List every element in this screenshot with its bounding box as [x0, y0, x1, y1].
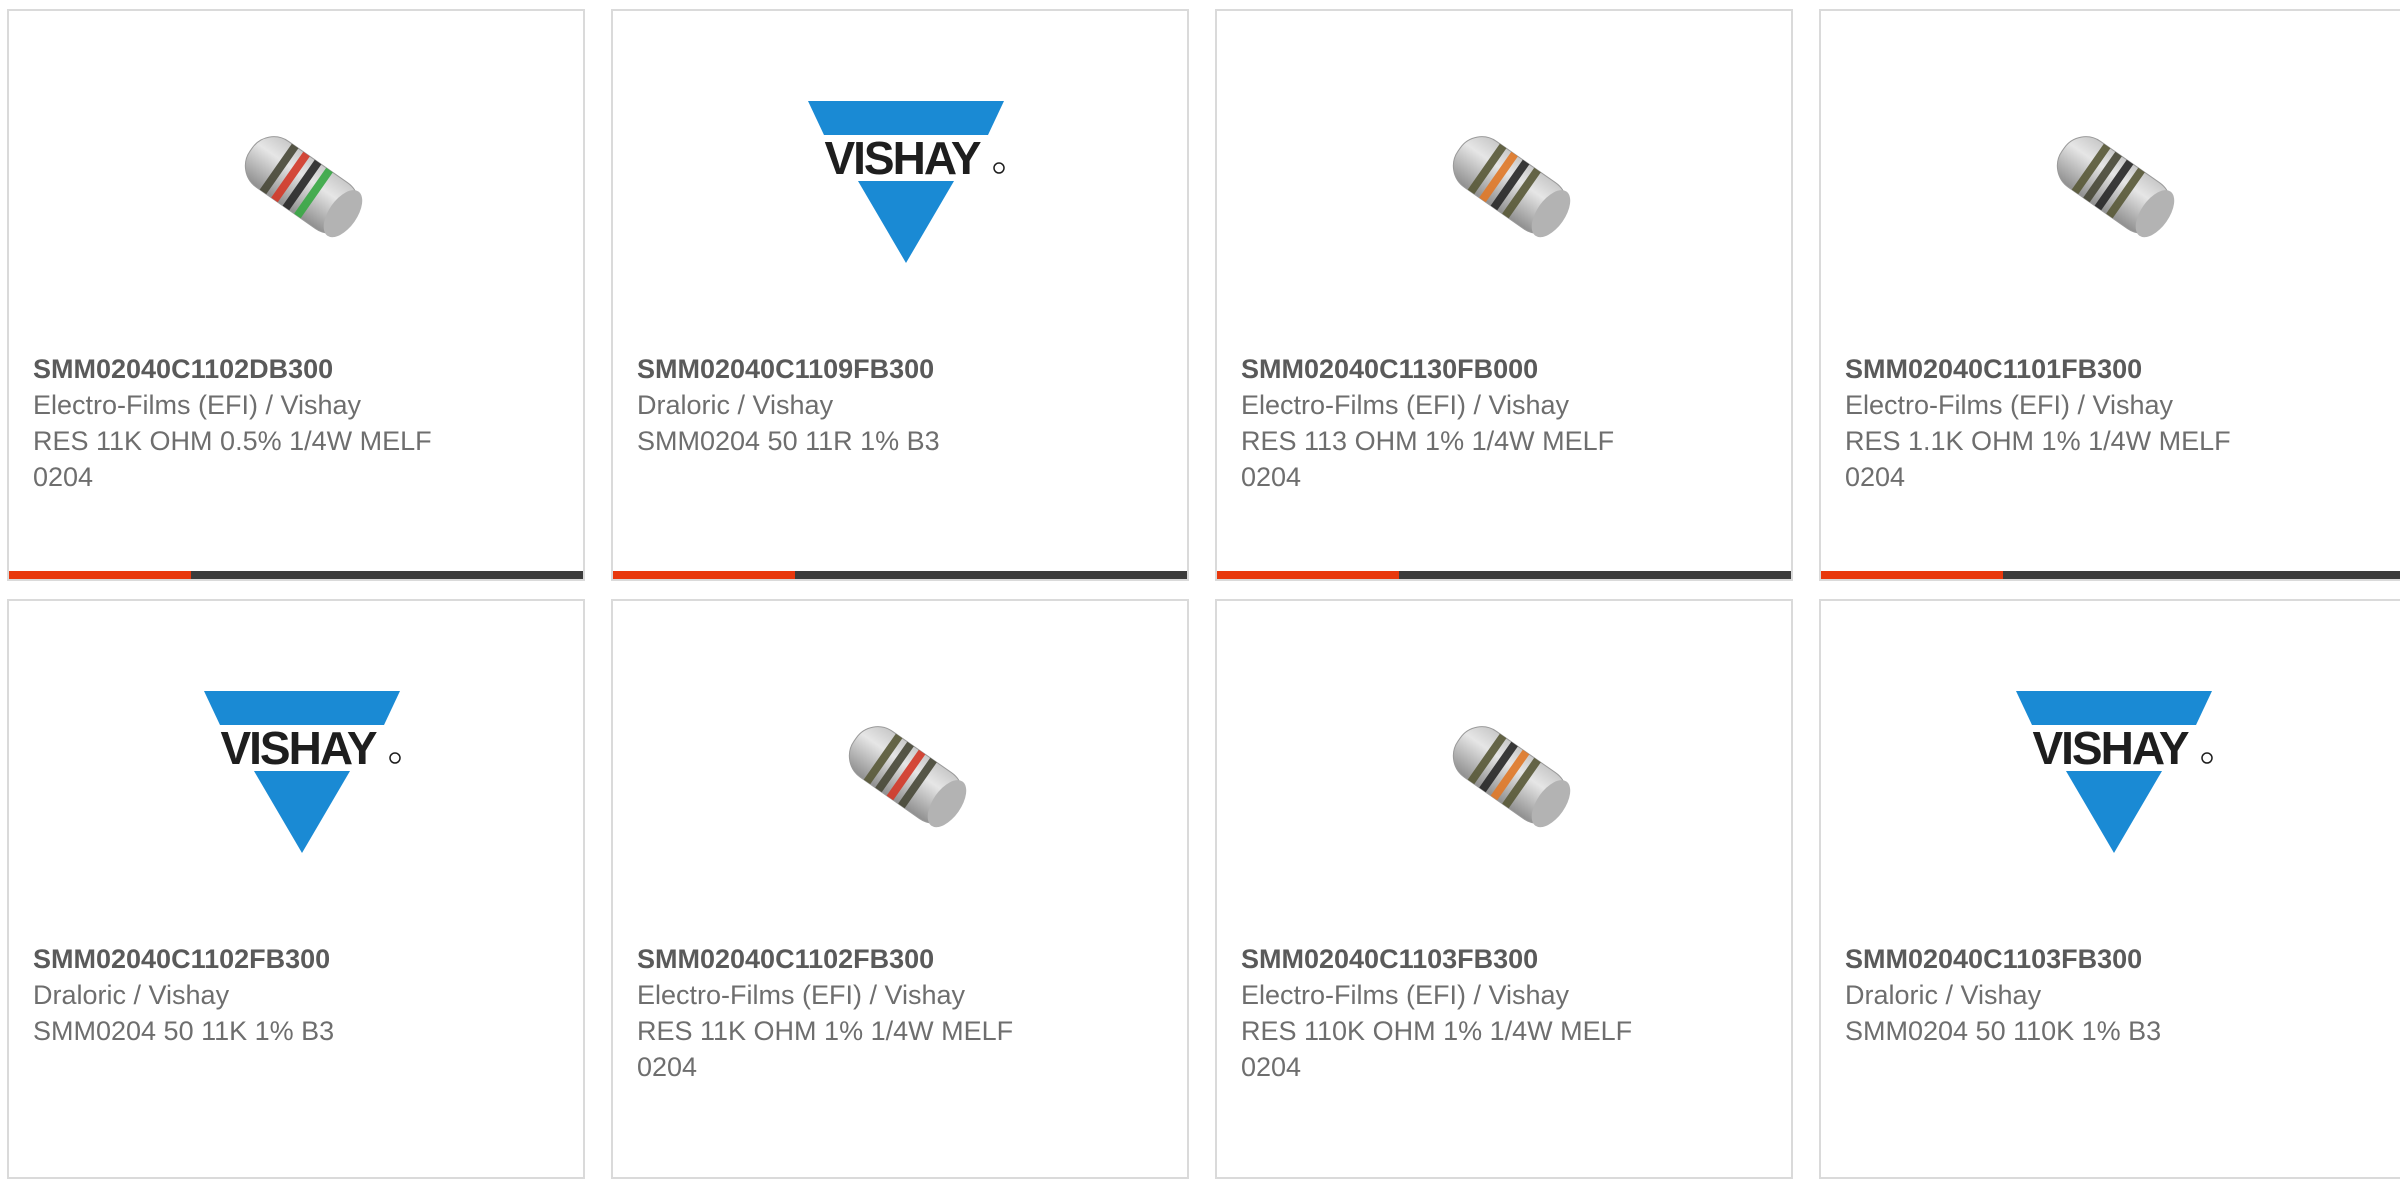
- description: RES 1.1K OHM 1% 1/4W MELF 0204: [1845, 426, 2231, 492]
- part-number[interactable]: SMM02040C1101FB300: [1845, 351, 2365, 387]
- product-image[interactable]: [2014, 85, 2214, 285]
- product-card[interactable]: SMM02040C1102FB300 Electro-Films (EFI) /…: [611, 599, 1189, 1179]
- manufacturer: Draloric / Vishay: [33, 980, 230, 1010]
- product-image[interactable]: VISHAY: [2014, 675, 2214, 875]
- svg-text:VISHAY: VISHAY: [220, 722, 376, 774]
- resistor-icon: [848, 726, 967, 828]
- product-image[interactable]: [202, 85, 402, 285]
- part-number[interactable]: SMM02040C1130FB000: [1241, 351, 1761, 387]
- card-bottom-bar: [613, 571, 1187, 579]
- card-accent-bar: [9, 571, 191, 579]
- product-meta: SMM02040C1102FB300 Electro-Films (EFI) /…: [637, 941, 1157, 1085]
- manufacturer: Electro-Films (EFI) / Vishay: [33, 390, 362, 420]
- product-card[interactable]: SMM02040C1130FB000 Electro-Films (EFI) /…: [1215, 9, 1793, 581]
- description: SMM0204 50 11R 1% B3: [637, 426, 940, 456]
- vishay-logo-icon: VISHAY: [2016, 691, 2213, 853]
- manufacturer: Electro-Films (EFI) / Vishay: [1241, 390, 1570, 420]
- part-number[interactable]: SMM02040C1102FB300: [33, 941, 553, 977]
- manufacturer: Electro-Films (EFI) / Vishay: [637, 980, 966, 1010]
- description: RES 11K OHM 0.5% 1/4W MELF 0204: [33, 426, 432, 492]
- part-number[interactable]: SMM02040C1109FB300: [637, 351, 1157, 387]
- card-bottom-bar: [1217, 571, 1791, 579]
- part-number[interactable]: SMM02040C1102DB300: [33, 351, 553, 387]
- svg-text:VISHAY: VISHAY: [2032, 722, 2188, 774]
- vishay-logo-icon: VISHAY: [808, 101, 1005, 263]
- resistor-icon: [2056, 136, 2175, 238]
- product-grid: SMM02040C1102DB300 Electro-Films (EFI) /…: [0, 0, 2400, 1179]
- product-card[interactable]: VISHAY SMM02040C1103FB300 Draloric / Vis…: [1819, 599, 2400, 1179]
- product-meta: SMM02040C1103FB300 Electro-Films (EFI) /…: [1241, 941, 1761, 1085]
- description: RES 11K OHM 1% 1/4W MELF 0204: [637, 1016, 1014, 1082]
- manufacturer: Draloric / Vishay: [1845, 980, 2042, 1010]
- vishay-logo-icon: VISHAY: [204, 691, 401, 853]
- part-number[interactable]: SMM02040C1103FB300: [1845, 941, 2365, 977]
- card-accent-bar: [1217, 571, 1399, 579]
- product-card[interactable]: SMM02040C1102DB300 Electro-Films (EFI) /…: [7, 9, 585, 581]
- product-meta: SMM02040C1109FB300 Draloric / Vishay SMM…: [637, 351, 1157, 459]
- product-image[interactable]: [1410, 675, 1610, 875]
- resistor-icon: [1452, 136, 1571, 238]
- product-card[interactable]: VISHAY SMM02040C1109FB300 Draloric / Vis…: [611, 9, 1189, 581]
- product-meta: SMM02040C1103FB300 Draloric / Vishay SMM…: [1845, 941, 2365, 1049]
- card-accent-bar: [613, 571, 795, 579]
- description: RES 113 OHM 1% 1/4W MELF 0204: [1241, 426, 1615, 492]
- product-meta: SMM02040C1102FB300 Draloric / Vishay SMM…: [33, 941, 553, 1049]
- card-accent-bar: [1821, 571, 2003, 579]
- product-image[interactable]: VISHAY: [202, 675, 402, 875]
- manufacturer: Electro-Films (EFI) / Vishay: [1845, 390, 2174, 420]
- product-meta: SMM02040C1102DB300 Electro-Films (EFI) /…: [33, 351, 553, 495]
- part-number[interactable]: SMM02040C1103FB300: [1241, 941, 1761, 977]
- product-image[interactable]: VISHAY: [806, 85, 1006, 285]
- product-meta: SMM02040C1101FB300 Electro-Films (EFI) /…: [1845, 351, 2365, 495]
- manufacturer: Electro-Films (EFI) / Vishay: [1241, 980, 1570, 1010]
- product-card[interactable]: VISHAY SMM02040C1102FB300 Draloric / Vis…: [7, 599, 585, 1179]
- resistor-icon: [1452, 726, 1571, 828]
- product-image[interactable]: [1410, 85, 1610, 285]
- product-meta: SMM02040C1130FB000 Electro-Films (EFI) /…: [1241, 351, 1761, 495]
- description: RES 110K OHM 1% 1/4W MELF 0204: [1241, 1016, 1633, 1082]
- card-bottom-bar: [9, 571, 583, 579]
- description: SMM0204 50 11K 1% B3: [33, 1016, 335, 1046]
- svg-text:VISHAY: VISHAY: [824, 132, 980, 184]
- description: SMM0204 50 110K 1% B3: [1845, 1016, 2162, 1046]
- card-bottom-bar: [1821, 571, 2400, 579]
- manufacturer: Draloric / Vishay: [637, 390, 834, 420]
- resistor-icon: [244, 136, 363, 238]
- part-number[interactable]: SMM02040C1102FB300: [637, 941, 1157, 977]
- product-card[interactable]: SMM02040C1103FB300 Electro-Films (EFI) /…: [1215, 599, 1793, 1179]
- product-image[interactable]: [806, 675, 1006, 875]
- product-card[interactable]: SMM02040C1101FB300 Electro-Films (EFI) /…: [1819, 9, 2400, 581]
